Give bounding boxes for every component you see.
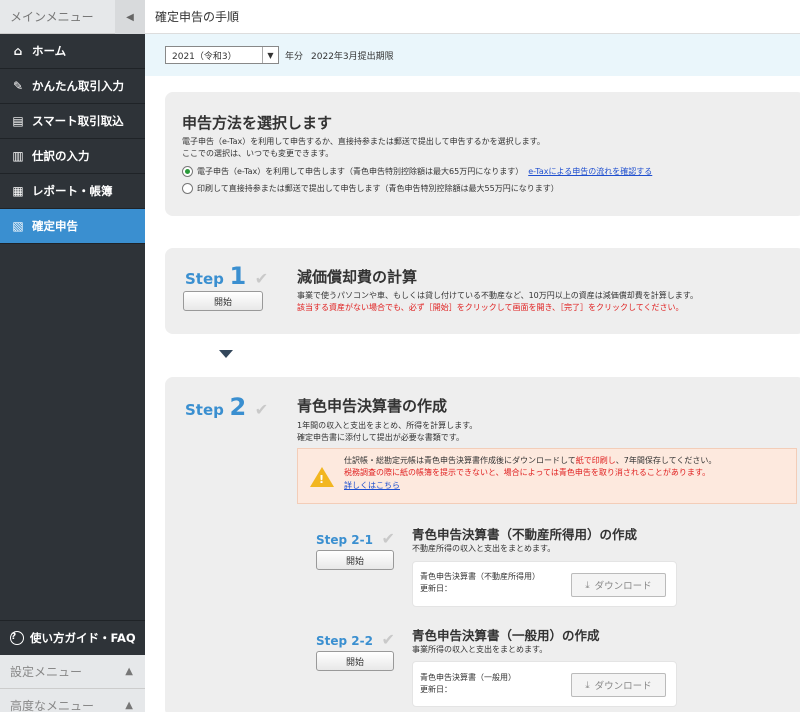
- step22-updated: 更新日：: [420, 685, 452, 694]
- report-icon: ▦: [12, 184, 24, 198]
- journal-icon: ▥: [12, 149, 24, 163]
- sidebar-bottom: ? 使い方ガイド・FAQ 設定メニュー ▲ 高度なメニュー ▲: [0, 620, 145, 712]
- step21-doc-name: 青色申告決算書（不動産所得用）: [420, 572, 540, 581]
- collapse-sidebar-icon[interactable]: ◀: [115, 0, 145, 34]
- step22-badge: Step 2-2 ✔: [316, 630, 395, 649]
- step22-doc-name: 青色申告決算書（一般用）: [420, 673, 516, 682]
- filing-method-heading: 申告方法を選択します: [182, 114, 333, 132]
- download-icon: ⤓: [585, 579, 590, 591]
- step21-title: 青色申告決算書（不動産所得用）の作成: [412, 527, 638, 542]
- sidebar-item-label: かんたん取引入力: [32, 79, 124, 93]
- step21-updated: 更新日：: [420, 584, 452, 593]
- step2-badge: Step 2 ✔: [185, 393, 268, 421]
- settings-menu-label: 設定メニュー: [10, 665, 83, 679]
- year-select-value: 2021（令和3）: [172, 51, 237, 62]
- step-label: Step: [185, 401, 224, 419]
- sidebar-item-label: 使い方ガイド・FAQ: [30, 631, 136, 645]
- step22-download-box: 青色申告決算書（一般用） 更新日： ⤓ ダウンロード: [412, 661, 677, 707]
- download-icon: ⤓: [585, 679, 590, 691]
- radio-etax[interactable]: [182, 166, 193, 177]
- filing-method-panel: 申告方法を選択します 電子申告（e-Tax）を利用して申告するか、直接持参または…: [165, 92, 800, 216]
- step22-start-button[interactable]: 開始: [316, 651, 394, 671]
- details-link[interactable]: 詳しくはこちら: [344, 480, 400, 492]
- settings-menu[interactable]: 設定メニュー ▲: [0, 655, 145, 689]
- sidebar-item-easy-entry[interactable]: ✎ かんたん取引入力: [0, 69, 145, 104]
- sidebar-item-home[interactable]: ⌂ ホーム: [0, 34, 145, 69]
- sidebar-item-label: 確定申告: [32, 219, 78, 233]
- advanced-menu-label: 高度なメニュー: [10, 699, 95, 712]
- option-paper[interactable]: 印刷して直接持参または郵送で提出して申告します（青色申告特別控除額は最大55万円…: [182, 183, 800, 194]
- step21-badge: Step 2-1 ✔: [316, 529, 395, 548]
- main-menu-title: メインメニュー: [10, 10, 94, 24]
- page-title: 確定申告の手順: [145, 0, 800, 34]
- step1-panel: Step 1 ✔ 開始 減価償却費の計算 事業で使うパソコンや車、もしくは貸し付…: [165, 248, 800, 334]
- option-etax-label: 電子申告（e-Tax）を利用して申告します（青色申告特別控除額は最大65万円にな…: [197, 167, 524, 176]
- step2-panel: Step 2 ✔ 青色申告決算書の作成 1年間の収入と支出をまとめ、所得を計算し…: [165, 377, 800, 712]
- main-menu-header: メインメニュー ◀: [0, 0, 145, 34]
- step21-start-button[interactable]: 開始: [316, 550, 394, 570]
- step21-desc: 不動産所得の収入と支出をまとめます。: [412, 544, 556, 553]
- step1-desc: 事業で使うパソコンや車、もしくは貸し付けている不動産など、10万円以上の資産は減…: [297, 291, 698, 300]
- year-suffix: 年分: [285, 51, 304, 62]
- home-icon: ⌂: [13, 44, 23, 58]
- warning-text1: 仕訳帳・総勘定元帳は青色申告決算書作成後にダウンロードして紙で印刷し、7年間保存…: [344, 456, 717, 465]
- check-icon: ✔: [254, 269, 269, 288]
- step2-title: 青色申告決算書の作成: [297, 397, 448, 415]
- sidebar-item-tax-return[interactable]: ▧ 確定申告: [0, 209, 145, 244]
- check-icon: ✔: [381, 529, 395, 548]
- sidebar-item-journal[interactable]: ▥ 仕訳の入力: [0, 139, 145, 174]
- step1-start-button[interactable]: 開始: [183, 291, 263, 311]
- option-paper-label: 印刷して直接持参または郵送で提出して申告します（青色申告特別控除額は最大55万円…: [197, 184, 559, 193]
- step-label: Step: [185, 270, 224, 288]
- sidebar-item-label: スマート取引取込: [32, 114, 124, 128]
- check-icon: ✔: [381, 630, 395, 649]
- etax-flow-link[interactable]: e-Taxによる申告の流れを確認する: [528, 166, 652, 177]
- pencil-icon: ✎: [12, 79, 24, 93]
- step1-note: 該当する資産がない場合でも、必ず［開始］をクリックして画面を開き、［完了］をクリ…: [297, 303, 684, 312]
- step-number: 2: [229, 393, 247, 421]
- step22-title: 青色申告決算書（一般用）の作成: [412, 628, 600, 643]
- sidebar-item-reports[interactable]: ▦ レポート・帳簿: [0, 174, 145, 209]
- sidebar-item-smart-import[interactable]: ▤ スマート取引取込: [0, 104, 145, 139]
- sidebar: メインメニュー ◀ ⌂ ホーム ✎ かんたん取引入力 ▤ スマート取引取込 ▥ 仕訳の入…: [0, 0, 145, 712]
- sidebar-item-label: 仕訳の入力: [32, 149, 90, 163]
- radio-paper[interactable]: [182, 183, 193, 194]
- filing-method-desc1: 電子申告（e-Tax）を利用して申告するか、直接持参または郵送で提出して申告する…: [182, 137, 545, 146]
- smart-import-icon: ▤: [12, 114, 24, 128]
- filing-method-desc2: ここでの選択は、いつでも変更できます。: [182, 149, 334, 158]
- step2-desc1: 1年間の収入と支出をまとめ、所得を計算します。: [297, 421, 478, 430]
- expand-icon: ▲: [125, 700, 133, 711]
- sidebar-item-faq[interactable]: ? 使い方ガイド・FAQ: [0, 620, 145, 655]
- step21-download-button[interactable]: ⤓ ダウンロード: [571, 573, 666, 597]
- chevron-down-icon: ▼: [262, 47, 278, 63]
- year-select[interactable]: 2021（令和3） ▼: [165, 46, 279, 64]
- step-number: 1: [229, 262, 247, 290]
- warning-text2: 税務調査の際に紙の帳簿を提示できないと、場合によっては青色申告を取り消されること…: [344, 468, 711, 477]
- step21-download-box: 青色申告決算書（不動産所得用） 更新日： ⤓ ダウンロード: [412, 561, 677, 607]
- arrow-down-icon: [219, 350, 233, 358]
- step-label: Step 2-1: [316, 533, 373, 547]
- step22-download-button[interactable]: ⤓ ダウンロード: [571, 673, 666, 697]
- step2-desc2: 確定申告書に添付して提出が必要な書類です。: [297, 433, 464, 442]
- check-icon: ✔: [254, 400, 269, 419]
- main-content: 確定申告の手順 2021（令和3） ▼ 年分 2022年3月提出期限 申告方法を…: [145, 0, 800, 712]
- year-bar: 2021（令和3） ▼ 年分 2022年3月提出期限: [145, 34, 800, 76]
- deadline-text: 2022年3月提出期限: [311, 51, 394, 62]
- sidebar-item-label: ホーム: [32, 44, 67, 58]
- advanced-menu[interactable]: 高度なメニュー ▲: [0, 689, 145, 712]
- sidebar-item-label: レポート・帳簿: [32, 184, 113, 198]
- option-etax[interactable]: 電子申告（e-Tax）を利用して申告します（青色申告特別控除額は最大65万円にな…: [182, 166, 800, 177]
- help-icon: ?: [10, 631, 24, 645]
- step1-badge: Step 1 ✔: [185, 262, 268, 290]
- step1-title: 減価償却費の計算: [297, 268, 418, 286]
- expand-icon: ▲: [125, 666, 133, 677]
- step22-desc: 事業所得の収入と支出をまとめます。: [412, 645, 548, 654]
- warning-box: ! 仕訳帳・総勘定元帳は青色申告決算書作成後にダウンロードして紙で印刷し、7年間…: [297, 448, 797, 504]
- tax-return-icon: ▧: [12, 219, 24, 233]
- step-label: Step 2-2: [316, 634, 373, 648]
